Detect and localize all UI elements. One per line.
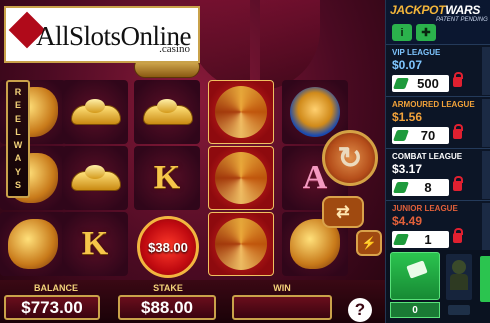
panel-edge-tab[interactable] <box>480 256 490 302</box>
jackpot-wars-logo: JACKPOTWARS <box>390 3 480 17</box>
reel-cell-phoenix <box>0 212 66 276</box>
dragon-symbol <box>215 86 267 138</box>
stake-button[interactable]: $88.00 <box>118 295 216 320</box>
jackpot-title: JACKPOT <box>390 3 446 17</box>
jackpot-wars-header: JACKPOTWARS PATENT PENDING i ✚ <box>386 0 490 44</box>
help-button[interactable]: ? <box>348 298 372 322</box>
stake-label: STAKE <box>153 283 183 293</box>
coin-icon: $38.00 <box>137 216 199 278</box>
league-side-strip <box>482 151 490 199</box>
soldier-head-icon <box>452 260 466 274</box>
watermark-logo: AllSlotsOnline .casino <box>4 6 200 63</box>
reel-ways-letter: A <box>14 153 22 164</box>
league-ticket-count: 70 <box>392 127 449 144</box>
reel-ways-label: R E E L W A Y S <box>6 80 30 198</box>
league-side-strip <box>482 47 490 95</box>
lock-icon <box>453 228 463 243</box>
win-label: WIN <box>273 283 291 293</box>
reel-cell-ingot <box>134 80 200 144</box>
win-coin-symbol: $38.00 <box>135 215 201 279</box>
reel-ways-letter: R <box>14 87 22 98</box>
reel-cell-dragon <box>208 212 274 276</box>
league-junior[interactable]: JUNIOR LEAGUE $4.49 1 <box>386 200 490 252</box>
lock-icon <box>453 176 463 191</box>
reel-ways-letter: E <box>14 100 21 111</box>
reel-cell-ingot <box>62 146 128 210</box>
reel-ways-letter: W <box>13 140 23 151</box>
gold-ingot-symbol <box>71 99 121 125</box>
watermark-suffix: .casino <box>159 43 190 55</box>
reel-ways-letter: S <box>14 179 21 190</box>
k-symbol: K <box>81 225 109 262</box>
gold-ingot-symbol <box>143 99 193 125</box>
ticket-button[interactable] <box>390 252 440 300</box>
league-name: COMBAT LEAGUE <box>392 152 463 161</box>
league-ticket-count: 8 <box>392 179 449 196</box>
avatar-soldier[interactable] <box>446 254 472 300</box>
jackpot-wars-panel: JACKPOTWARS PATENT PENDING i ✚ VIP LEAGU… <box>385 0 490 323</box>
ticket-icon <box>406 260 428 279</box>
spin-button[interactable]: ↻ <box>322 130 378 186</box>
league-vip[interactable]: VIP LEAGUE $0.07 500 <box>386 44 490 96</box>
patent-pending-label: PATENT PENDING <box>436 17 488 23</box>
reel-ways-letter: E <box>14 113 21 124</box>
phoenix-symbol <box>8 219 58 269</box>
league-armoured[interactable]: ARMOURED LEAGUE $1.56 70 <box>386 96 490 148</box>
ticket-count: 1 <box>424 232 432 247</box>
league-name: ARMOURED LEAGUE <box>392 100 475 109</box>
info-icon: i <box>400 26 404 39</box>
autoplay-icon: ⇄ <box>336 204 350 221</box>
reel-cell-k: K <box>134 146 200 210</box>
game-menu-button[interactable]: ✚ <box>416 24 436 41</box>
gold-ingot-symbol <box>71 165 121 191</box>
league-amount: $1.56 <box>392 110 423 124</box>
tickets-area: 0 <box>386 250 490 323</box>
dragon-symbol <box>215 218 267 270</box>
autoplay-button[interactable]: ⇄ <box>322 196 364 228</box>
win-display <box>232 295 332 320</box>
lock-icon <box>453 124 463 139</box>
game-stage: K K A R E E L W A Y S $38.00 ↻ ⇄ ⚡ AllSl… <box>0 0 385 323</box>
reel-ways-letter: Y <box>14 166 21 177</box>
soldier-body-icon <box>450 274 468 290</box>
league-name: JUNIOR LEAGUE <box>392 204 458 213</box>
coin-win-amount: $38.00 <box>148 239 188 255</box>
league-amount: $3.17 <box>392 162 423 176</box>
stake-value: $88.00 <box>141 297 193 317</box>
k-symbol: K <box>153 159 181 196</box>
tickets-counter: 0 <box>390 302 440 318</box>
league-amount: $4.49 <box>392 214 423 228</box>
league-ticket-count: 500 <box>392 75 449 92</box>
gamepad-icon: ✚ <box>421 27 431 39</box>
reel-cell-dragon <box>208 146 274 210</box>
lock-icon <box>453 72 463 87</box>
reel-cell-ingot <box>62 80 128 144</box>
balance-display: $773.00 <box>4 295 100 320</box>
wars-title: WARS <box>445 3 481 17</box>
lightning-icon: ⚡ <box>361 236 377 250</box>
help-icon: ? <box>354 300 366 319</box>
reel-ways-letter: L <box>15 126 21 137</box>
dragon-symbol <box>215 152 267 204</box>
reel-cell-dragon <box>208 80 274 144</box>
ticket-count: 500 <box>417 76 439 91</box>
league-ticket-count: 1 <box>392 231 449 248</box>
tickets-count-value: 0 <box>412 304 418 316</box>
league-name: VIP LEAGUE <box>392 48 441 57</box>
refresh-icon: ↻ <box>337 141 363 175</box>
tiger-symbol <box>290 87 340 137</box>
league-amount: $0.07 <box>392 58 423 72</box>
reel-cell-k: K <box>62 212 128 276</box>
ticket-count: 70 <box>420 128 436 143</box>
turbo-button[interactable]: ⚡ <box>356 230 382 256</box>
league-side-strip <box>482 99 490 147</box>
info-button[interactable]: i <box>392 24 412 41</box>
balance-label: BALANCE <box>34 283 78 293</box>
league-side-strip <box>482 203 490 251</box>
bottom-bar: BALANCE $773.00 STAKE $88.00 WIN <box>0 280 385 323</box>
league-combat[interactable]: COMBAT LEAGUE $3.17 8 <box>386 148 490 200</box>
ticket-count: 8 <box>424 180 432 195</box>
balance-value: $773.00 <box>21 297 83 317</box>
avatar-strip <box>448 305 470 315</box>
